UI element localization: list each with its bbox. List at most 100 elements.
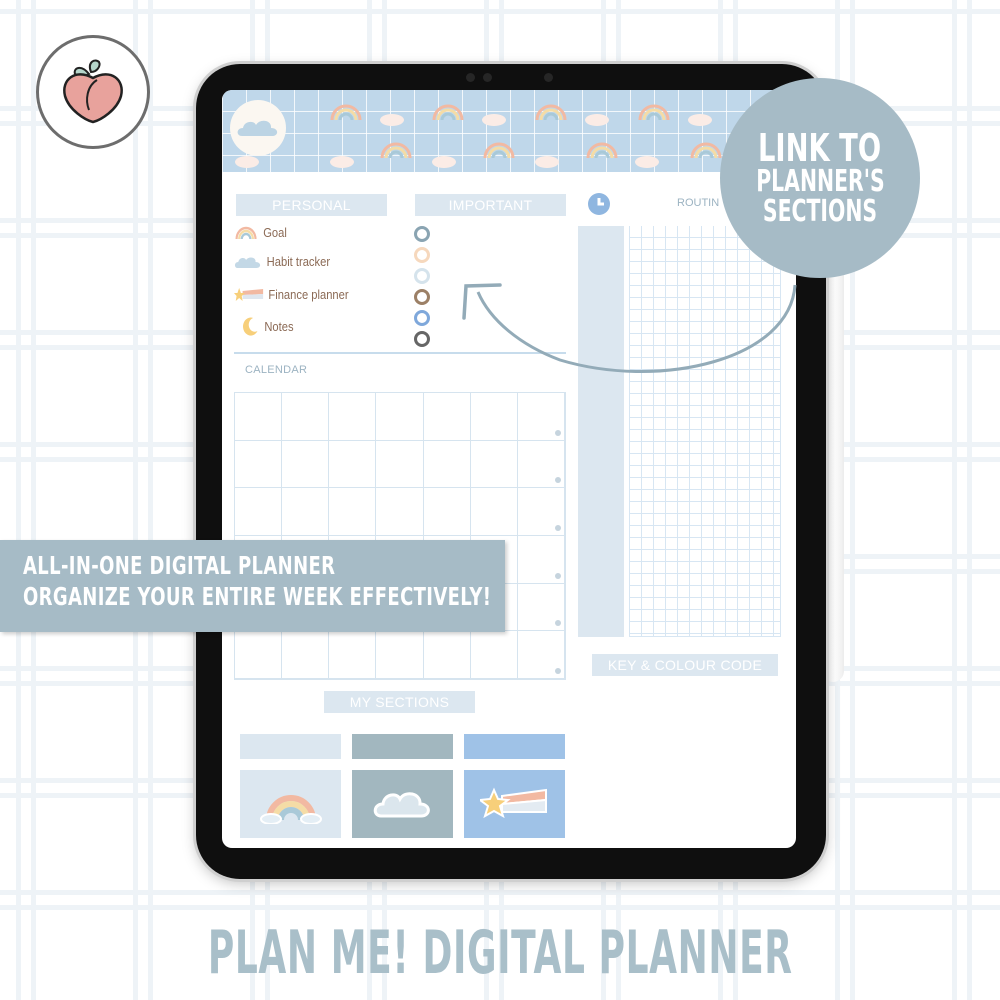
calendar-cell[interactable] [235, 393, 283, 441]
link-sections-callout: LINK TO PLANNER'S SECTIONS [720, 78, 920, 278]
section-tile-rainbow[interactable] [240, 770, 341, 838]
calendar-cell[interactable] [470, 631, 518, 679]
rainbow-icon [432, 104, 464, 121]
footer-title: PLAN ME! DIGITAL PLANNER [0, 918, 1000, 988]
calendar-cell[interactable] [282, 631, 330, 679]
camera-dot [466, 73, 475, 82]
banner-cloud-badge[interactable] [230, 100, 286, 156]
section-tile-shooting-star[interactable] [464, 770, 565, 838]
shooting-star-icon [479, 787, 547, 819]
personal-item-goal[interactable]: Goal [234, 224, 287, 240]
section-tab-1[interactable] [240, 734, 341, 759]
my-sections-header: MY SECTIONS [324, 691, 475, 713]
calendar-cell[interactable] [376, 440, 424, 489]
routine-time-column [578, 226, 624, 637]
item-label: Finance planner [268, 286, 349, 302]
calendar-cell[interactable] [282, 488, 330, 536]
cloud-icon [330, 156, 354, 168]
calendar-cell[interactable] [282, 393, 330, 441]
calendar-cell[interactable] [282, 440, 330, 489]
rainbow-icon [586, 142, 618, 159]
important-checkbox[interactable] [414, 226, 430, 242]
important-checkbox[interactable] [414, 331, 430, 347]
cloud-icon [432, 156, 456, 168]
cloud-icon [237, 120, 278, 136]
cloud-icon [380, 114, 404, 126]
calendar-cell[interactable] [329, 393, 377, 441]
calendar-cell[interactable] [423, 393, 471, 441]
calendar-cell[interactable] [376, 631, 424, 679]
peach-icon [63, 59, 123, 124]
rainbow-icon [380, 142, 412, 159]
callout-line-1: LINK TO [758, 126, 882, 170]
calendar-cell[interactable] [423, 631, 471, 679]
rainbow-icon [690, 142, 722, 159]
important-checkbox[interactable] [414, 268, 430, 284]
shooting-star-icon [234, 288, 264, 301]
camera-dot [544, 73, 553, 82]
calendar-cell[interactable] [235, 488, 283, 536]
item-label: Habit tracker [266, 254, 331, 269]
calendar-cell[interactable] [423, 440, 471, 489]
cloud-icon [585, 114, 609, 126]
moon-icon [243, 317, 258, 336]
camera-dot [483, 73, 492, 82]
calendar-grid[interactable] [234, 392, 566, 680]
calendar-cell[interactable] [517, 393, 565, 441]
item-label: Goal [263, 224, 287, 240]
clock-icon [588, 193, 610, 215]
calendar-cell[interactable] [517, 583, 565, 632]
calendar-cell[interactable] [423, 488, 471, 536]
personal-item-notes[interactable]: Notes [242, 316, 294, 336]
cloud-icon [234, 257, 261, 268]
calendar-cell[interactable] [470, 440, 518, 489]
routine-grid[interactable] [629, 226, 781, 637]
rainbow-icon [483, 142, 515, 159]
personal-header: PERSONAL [236, 194, 387, 216]
calendar-cell[interactable] [470, 488, 518, 536]
header-banner [222, 90, 796, 172]
key-colour-code-header: KEY & COLOUR CODE [592, 654, 778, 676]
calendar-cell[interactable] [517, 631, 565, 679]
important-checkbox[interactable] [414, 247, 430, 263]
calendar-cell[interactable] [517, 536, 565, 584]
callout-line-3: SECTIONS [762, 194, 878, 229]
routine-label: ROUTIN [677, 197, 720, 209]
rainbow-icon [235, 226, 257, 240]
promo-line-1: ALL-IN-ONE DIGITAL PLANNER [23, 551, 336, 580]
rainbow-icon [259, 795, 322, 824]
cloud-icon [235, 156, 259, 168]
section-tile-cloud[interactable] [352, 770, 453, 838]
promo-line-2: ORGANIZE YOUR ENTIRE WEEK EFFECTIVELY! [23, 582, 492, 611]
calendar-cell[interactable] [376, 393, 424, 441]
important-checkbox[interactable] [414, 310, 430, 326]
personal-item-finance-planner[interactable]: Finance planner [234, 286, 349, 302]
calendar-cell[interactable] [329, 488, 377, 536]
calendar-label: CALENDAR [245, 364, 308, 376]
calendar-cell[interactable] [235, 631, 283, 679]
calendar-cell[interactable] [376, 488, 424, 536]
section-tab-3[interactable] [464, 734, 565, 759]
section-divider [234, 352, 566, 354]
footer-title-text: PLAN ME! DIGITAL PLANNER [207, 918, 793, 988]
calendar-cell[interactable] [329, 631, 377, 679]
rainbow-icon [535, 104, 567, 121]
calendar-cell[interactable] [517, 440, 565, 489]
cloud-icon [688, 114, 712, 126]
brand-logo [36, 35, 150, 149]
rainbow-icon [330, 104, 362, 121]
important-checkbox[interactable] [414, 289, 430, 305]
calendar-cell[interactable] [235, 440, 283, 489]
cloud-icon [635, 156, 659, 168]
rainbow-pattern [235, 104, 722, 168]
section-tab-2[interactable] [352, 734, 453, 759]
rainbow-icon [638, 104, 670, 121]
cloud-icon [482, 114, 506, 126]
calendar-cell[interactable] [517, 488, 565, 536]
cloud-icon [535, 156, 559, 168]
cloud-icon [373, 792, 430, 818]
calendar-cell[interactable] [470, 393, 518, 441]
calendar-cell[interactable] [329, 440, 377, 489]
personal-item-habit-tracker[interactable]: Habit tracker [234, 254, 330, 269]
promo-banner: ALL-IN-ONE DIGITAL PLANNER ORGANIZE YOUR… [0, 540, 505, 632]
